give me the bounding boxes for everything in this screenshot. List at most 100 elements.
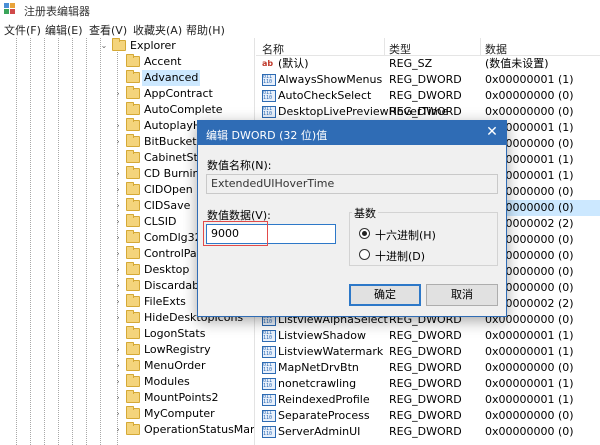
- menu-bar: 文件(F) 编辑(E) 查看(V) 收藏夹(A) 帮助(H): [0, 20, 600, 38]
- menu-view[interactable]: 查看(V): [89, 22, 127, 38]
- tree-item-label: AppContract: [144, 87, 213, 100]
- hex-radio[interactable]: [359, 228, 370, 239]
- tree-item-label: ComDlg32: [144, 231, 202, 244]
- cell-name: ListviewShadow: [278, 329, 366, 342]
- binary-value-icon: [262, 90, 276, 102]
- tree-item[interactable]: AutoComplete: [0, 102, 254, 118]
- cell-data: 0x00000000 (0): [485, 105, 574, 118]
- expand-icon[interactable]: ›: [114, 185, 122, 194]
- list-row[interactable]: ServerAdminUI REG_DWORD 0x00000000 (0): [256, 424, 600, 440]
- string-value-icon: ab: [262, 59, 274, 68]
- value-data-input[interactable]: 9000: [206, 224, 336, 244]
- list-row[interactable]: ReindexedProfile REG_DWORD 0x00000001 (1): [256, 392, 600, 408]
- expand-icon[interactable]: ›: [114, 361, 122, 370]
- folder-icon: [126, 406, 140, 419]
- cancel-button[interactable]: 取消: [426, 284, 498, 306]
- expand-icon[interactable]: ›: [114, 377, 122, 386]
- folder-icon: [126, 150, 140, 163]
- tree-item[interactable]: Advanced: [0, 70, 254, 86]
- list-row[interactable]: MapNetDrvBtn REG_DWORD 0x00000000 (0): [256, 360, 600, 376]
- decimal-radio[interactable]: [359, 249, 370, 260]
- column-name[interactable]: 名称: [262, 41, 284, 57]
- list-row[interactable]: ab (默认) REG_SZ (数值未设置): [256, 56, 600, 72]
- expand-icon[interactable]: ›: [114, 249, 122, 258]
- cell-type: REG_DWORD: [389, 345, 462, 358]
- tree-item[interactable]: Accent: [0, 54, 254, 70]
- window-title: 注册表编辑器: [24, 5, 90, 18]
- tree-item-explorer[interactable]: ⌄ Explorer: [0, 38, 254, 54]
- binary-value-icon: [262, 74, 276, 86]
- tree-item[interactable]: › LowRegistry: [0, 342, 254, 358]
- list-row[interactable]: ListviewWatermark REG_DWORD 0x00000001 (1): [256, 344, 600, 360]
- menu-edit[interactable]: 编辑(E): [45, 22, 83, 38]
- value-name-field: ExtendedUIHoverTime: [206, 174, 498, 194]
- dialog-title: 编辑 DWORD (32 位)值: [206, 129, 328, 142]
- menu-help[interactable]: 帮助(H): [186, 22, 225, 38]
- list-row[interactable]: ListviewShadow REG_DWORD 0x00000001 (1): [256, 328, 600, 344]
- ok-button[interactable]: 确定: [349, 284, 421, 306]
- close-icon[interactable]: ✕: [484, 124, 500, 140]
- cell-data: 0x00000000 (0): [485, 425, 574, 438]
- expand-icon[interactable]: ›: [114, 137, 122, 146]
- tree-item-label: CLSID: [144, 215, 177, 228]
- tree-item-label: OperationStatusManager: [144, 423, 254, 436]
- menu-file[interactable]: 文件(F): [4, 22, 41, 38]
- column-data[interactable]: 数据: [485, 41, 507, 57]
- list-row[interactable]: DesktopLivePreviewHoverTimeREG_DWORD0x00…: [256, 104, 600, 120]
- cell-data: 0x00000001 (1): [485, 329, 574, 342]
- tree-item[interactable]: › MountPoints2: [0, 390, 254, 406]
- list-row[interactable]: nonetcrawling REG_DWORD 0x00000001 (1): [256, 376, 600, 392]
- list-row[interactable]: SeparateProcess REG_DWORD 0x00000000 (0): [256, 408, 600, 424]
- expand-icon[interactable]: ›: [114, 265, 122, 274]
- tree-item-label: AutoComplete: [144, 103, 223, 116]
- folder-icon: [126, 262, 140, 275]
- cell-type: REG_DWORD: [389, 329, 462, 342]
- column-divider[interactable]: [384, 38, 385, 56]
- expand-icon[interactable]: ›: [114, 345, 122, 354]
- tree-item[interactable]: › AppContract: [0, 86, 254, 102]
- list-row[interactable]: AlwaysShowMenus REG_DWORD 0x00000001 (1): [256, 72, 600, 88]
- menu-favorites[interactable]: 收藏夹(A): [133, 22, 182, 38]
- expand-icon[interactable]: ›: [114, 233, 122, 242]
- expand-icon[interactable]: ›: [114, 217, 122, 226]
- tree-item[interactable]: › MyComputer: [0, 406, 254, 422]
- list-row[interactable]: AutoCheckSelect REG_DWORD 0x00000000 (0): [256, 88, 600, 104]
- tree-item[interactable]: LogonStats: [0, 326, 254, 342]
- base-label: 基数: [352, 205, 378, 221]
- expand-icon[interactable]: ›: [114, 281, 122, 290]
- folder-icon: [126, 86, 140, 99]
- expand-icon[interactable]: ›: [114, 297, 122, 306]
- expand-icon[interactable]: ›: [114, 169, 122, 178]
- column-type[interactable]: 类型: [389, 41, 411, 57]
- dialog-title-bar[interactable]: 编辑 DWORD (32 位)值 ✕: [198, 121, 506, 145]
- column-divider[interactable]: [480, 38, 481, 56]
- expand-icon[interactable]: ›: [114, 89, 122, 98]
- cell-name: ServerAdminUI: [278, 425, 361, 438]
- folder-icon: [126, 246, 140, 259]
- hex-radio-label[interactable]: 十六进制(H): [375, 227, 436, 243]
- folder-icon: [126, 310, 140, 323]
- folder-icon: [126, 230, 140, 243]
- folder-icon: [126, 342, 140, 355]
- collapse-icon[interactable]: ⌄: [100, 41, 108, 50]
- tree-item[interactable]: › MenuOrder: [0, 358, 254, 374]
- decimal-radio-label[interactable]: 十进制(D): [375, 248, 425, 264]
- binary-value-icon: [262, 394, 276, 406]
- expand-icon[interactable]: ›: [114, 409, 122, 418]
- tree-item[interactable]: › OperationStatusManager: [0, 422, 254, 438]
- expand-icon[interactable]: ›: [114, 425, 122, 434]
- tree-item[interactable]: › Modules: [0, 374, 254, 390]
- list-header: 名称 类型 数据: [256, 38, 600, 56]
- tree-item-label: Explorer: [130, 39, 176, 52]
- expand-icon[interactable]: ›: [114, 121, 122, 130]
- cell-type: REG_DWORD: [389, 409, 462, 422]
- expand-icon[interactable]: ›: [114, 201, 122, 210]
- cell-name: nonetcrawling: [278, 377, 357, 390]
- tree-item-label: CIDSave: [144, 199, 191, 212]
- cell-name: (默认): [278, 57, 309, 70]
- expand-icon[interactable]: ›: [114, 393, 122, 402]
- edit-dword-dialog: 编辑 DWORD (32 位)值 ✕ 数值名称(N): ExtendedUIHo…: [197, 120, 507, 317]
- expand-icon[interactable]: ›: [114, 313, 122, 322]
